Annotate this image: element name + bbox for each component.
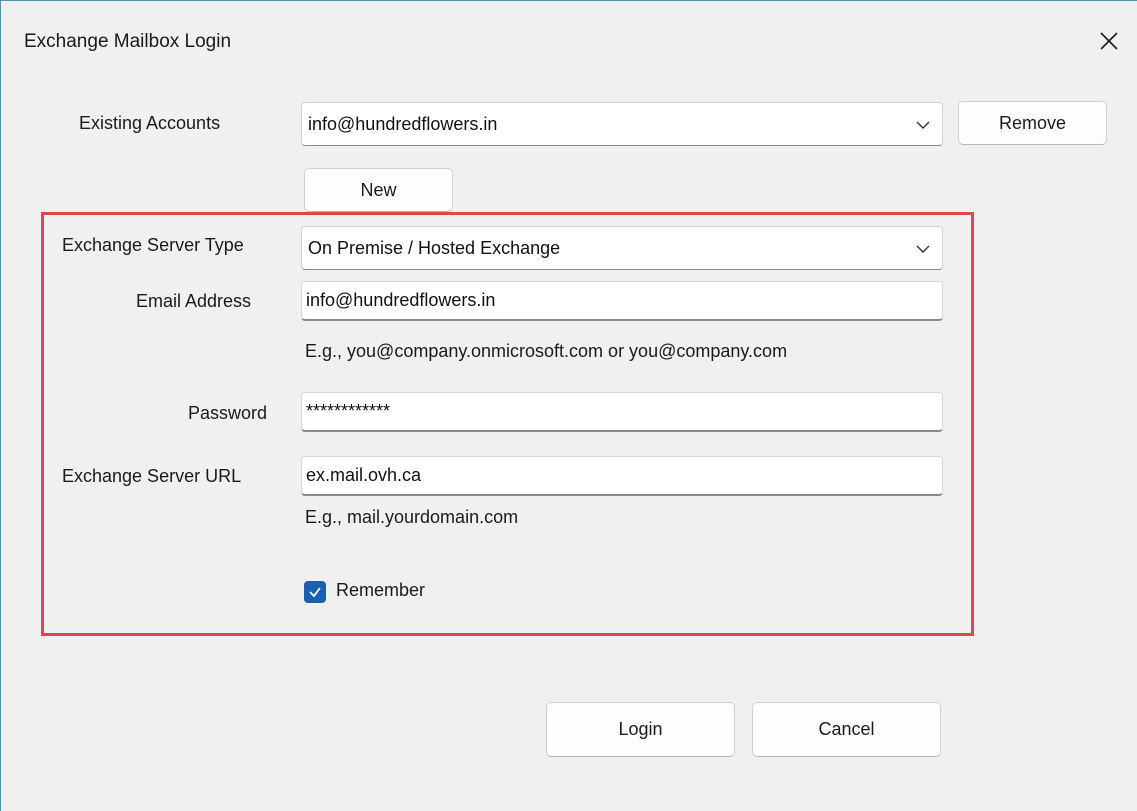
email-hint: E.g., you@company.onmicrosoft.com or you… <box>305 341 788 361</box>
chevron-down-icon <box>916 121 930 129</box>
login-button[interactable]: Login <box>546 702 735 757</box>
server-type-label: Exchange Server Type <box>62 235 244 255</box>
window-title: Exchange Mailbox Login <box>24 31 232 52</box>
server-type-value: On Premise / Hosted Exchange <box>308 237 561 258</box>
chevron-down-icon <box>916 245 930 253</box>
existing-accounts-label: Existing Accounts <box>79 113 221 133</box>
email-value: info@hundredflowers.in <box>306 290 496 310</box>
remove-button[interactable]: Remove <box>958 101 1107 145</box>
server-url-hint: E.g., mail.yourdomain.com <box>305 507 519 527</box>
existing-accounts-select[interactable]: info@hundredflowers.in <box>301 102 943 146</box>
server-url-label: Exchange Server URL <box>62 466 242 486</box>
close-icon <box>1100 32 1118 50</box>
existing-accounts-value: info@hundredflowers.in <box>308 113 498 134</box>
title-bar: Exchange Mailbox Login <box>1 1 1137 81</box>
remember-label[interactable]: Remember <box>336 580 425 601</box>
email-field[interactable]: info@hundredflowers.in <box>301 281 943 321</box>
password-field[interactable]: ************ <box>301 392 943 432</box>
password-value: ************ <box>306 401 391 421</box>
password-label: Password <box>188 403 268 423</box>
cancel-button[interactable]: Cancel <box>752 702 941 757</box>
close-button[interactable] <box>1087 19 1131 63</box>
checkmark-icon <box>309 587 321 598</box>
exchange-login-dialog: Exchange Mailbox Login Existing Accounts… <box>0 0 1137 811</box>
server-type-select[interactable]: On Premise / Hosted Exchange <box>301 226 943 270</box>
new-button[interactable]: New <box>304 168 453 212</box>
remember-checkbox[interactable] <box>304 581 326 603</box>
email-label: Email Address <box>136 291 252 311</box>
server-url-field[interactable]: ex.mail.ovh.ca <box>301 456 943 496</box>
server-url-value: ex.mail.ovh.ca <box>306 465 422 485</box>
